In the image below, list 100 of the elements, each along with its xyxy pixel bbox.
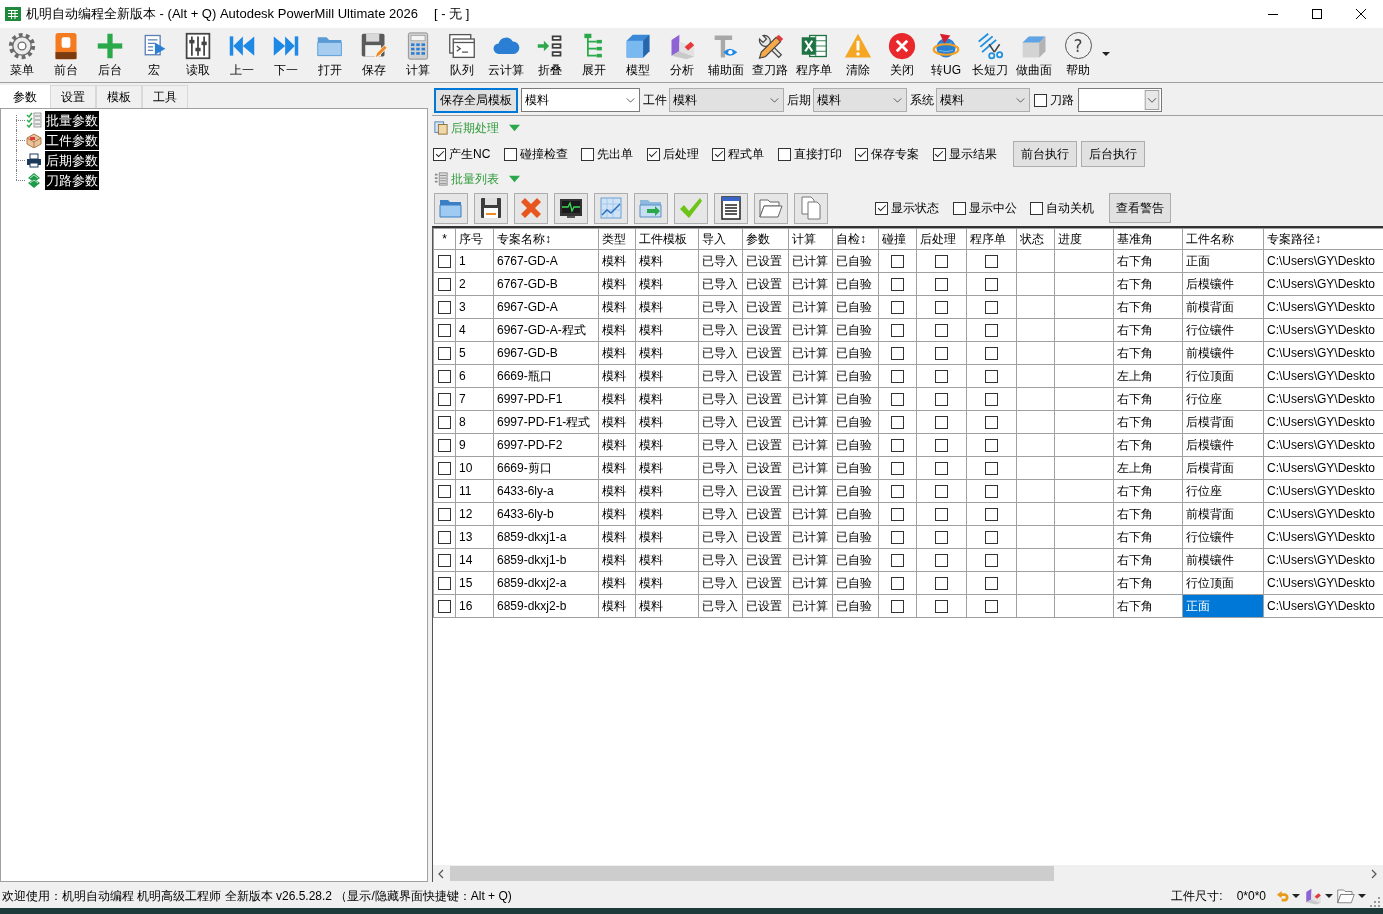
checkbox[interactable]	[438, 323, 451, 337]
checkbox[interactable]	[438, 369, 451, 383]
tab[interactable]: 参数	[0, 85, 50, 108]
tree-item[interactable]: 刀路参数	[45, 170, 99, 190]
toolbar-button[interactable]: 转UG	[924, 32, 968, 77]
checkbox[interactable]	[891, 553, 904, 567]
checkbox[interactable]	[985, 323, 998, 337]
checkbox[interactable]	[935, 461, 948, 475]
toolbar-button[interactable]: 打开	[308, 32, 352, 77]
analysis-button[interactable]	[1304, 887, 1333, 905]
triangle-down-icon[interactable]	[509, 122, 520, 134]
column-header[interactable]: 状态	[1016, 228, 1055, 250]
column-header[interactable]: 计算	[788, 228, 833, 250]
dropdown[interactable]: 模料	[669, 88, 784, 112]
toolbar-button[interactable]: 保存	[352, 32, 396, 77]
checkbox[interactable]	[438, 576, 451, 590]
checkbox[interactable]	[855, 147, 869, 161]
resize-grip-icon[interactable]	[1370, 897, 1380, 907]
checkbox[interactable]	[935, 530, 948, 544]
checkbox[interactable]	[433, 147, 446, 161]
column-header[interactable]: 类型	[598, 228, 636, 250]
checkbox[interactable]	[935, 392, 948, 406]
tab[interactable]: 设置	[50, 85, 96, 108]
checkbox[interactable]	[985, 530, 998, 544]
undo-button[interactable]	[1276, 889, 1300, 903]
chevron-right-icon[interactable]	[1371, 868, 1377, 879]
chevron-left-icon[interactable]	[438, 868, 444, 879]
checkbox[interactable]	[985, 599, 998, 613]
checkbox[interactable]	[985, 415, 998, 429]
tab[interactable]: 工具	[142, 85, 188, 108]
tree-item[interactable]: 批量参数	[45, 110, 99, 130]
checkbox[interactable]	[438, 599, 451, 613]
column-header[interactable]: 程序单	[966, 228, 1017, 250]
checkbox[interactable]	[438, 530, 451, 544]
import-button[interactable]	[634, 192, 668, 224]
column-header[interactable]: 序号	[455, 228, 494, 250]
checkbox[interactable]	[935, 507, 948, 521]
toolbar-button[interactable]: 分析	[660, 32, 704, 77]
column-header[interactable]: 碰撞	[878, 228, 917, 250]
toolbar-button[interactable]: 长短刀	[968, 32, 1012, 77]
checkbox[interactable]	[985, 277, 998, 291]
checkbox[interactable]	[438, 461, 451, 475]
column-header[interactable]: 参数	[742, 228, 789, 250]
checkbox[interactable]	[712, 147, 726, 161]
checkbox[interactable]	[891, 484, 904, 498]
tree-item[interactable]: 后期参数	[45, 150, 99, 170]
checkbox[interactable]	[891, 300, 904, 314]
toolbar-button[interactable]: 展开	[572, 32, 616, 77]
checkbox[interactable]	[935, 576, 948, 590]
checkbox[interactable]	[777, 147, 791, 161]
checkbox[interactable]	[935, 300, 948, 314]
column-header[interactable]: 专案名称↕	[493, 228, 599, 250]
toolbar-button[interactable]: 菜单	[0, 32, 44, 77]
open-folder-button[interactable]	[434, 192, 468, 224]
checkbox[interactable]	[438, 507, 451, 521]
checkbox[interactable]	[985, 553, 998, 567]
checkbox[interactable]	[891, 461, 904, 475]
checkbox[interactable]	[891, 392, 904, 406]
checkbox[interactable]	[985, 461, 998, 475]
checkbox[interactable]	[438, 346, 451, 360]
checkbox[interactable]	[985, 369, 998, 383]
checkbox[interactable]	[935, 346, 948, 360]
toolbar-button[interactable]: 队列	[440, 32, 484, 77]
more-button[interactable]	[1102, 52, 1112, 58]
toolbar-button[interactable]: 折叠	[528, 32, 572, 77]
scrollbar-thumb[interactable]	[450, 866, 1054, 881]
checkbox[interactable]	[891, 530, 904, 544]
toolbar-button[interactable]: 下一	[264, 32, 308, 77]
checkbox[interactable]	[985, 484, 998, 498]
save-button[interactable]	[474, 192, 508, 224]
checkbox[interactable]	[935, 369, 948, 383]
column-header[interactable]: 自检↕	[832, 228, 879, 250]
delete-button[interactable]	[514, 192, 548, 224]
checkbox[interactable]	[985, 507, 998, 521]
toolbar-button[interactable]: 清除	[836, 32, 880, 77]
checkbox[interactable]	[438, 277, 451, 291]
toolbar-button[interactable]: 辅助面	[704, 32, 748, 77]
column-header[interactable]: 后处理	[916, 228, 967, 250]
toolbar-button[interactable]: 读取	[176, 32, 220, 77]
column-header[interactable]: 专案路径↕	[1263, 228, 1383, 250]
checkbox[interactable]	[985, 438, 998, 452]
checkbox[interactable]	[985, 346, 998, 360]
toolbar-button[interactable]: 云计算	[484, 32, 528, 77]
checkbox[interactable]	[935, 484, 948, 498]
checkbox[interactable]	[985, 392, 998, 406]
column-header[interactable]: 导入	[698, 228, 743, 250]
checkbox[interactable]	[891, 599, 904, 613]
toolbar-button[interactable]: 做曲面	[1012, 32, 1056, 77]
folder-button[interactable]	[1337, 887, 1366, 905]
toolbar-button[interactable]: 查刀路	[748, 32, 792, 77]
list-button[interactable]	[714, 192, 748, 224]
checkbox[interactable]	[438, 415, 451, 429]
toolbar-button[interactable]: 宏	[132, 32, 176, 77]
toolpath-dropdown[interactable]	[1078, 88, 1162, 112]
checkbox[interactable]	[438, 438, 451, 452]
toolbar-button[interactable]: 上一	[220, 32, 264, 77]
checkbox[interactable]	[438, 254, 451, 268]
checkbox[interactable]	[891, 277, 904, 291]
checkbox[interactable]	[581, 147, 595, 161]
checkbox[interactable]	[935, 277, 948, 291]
